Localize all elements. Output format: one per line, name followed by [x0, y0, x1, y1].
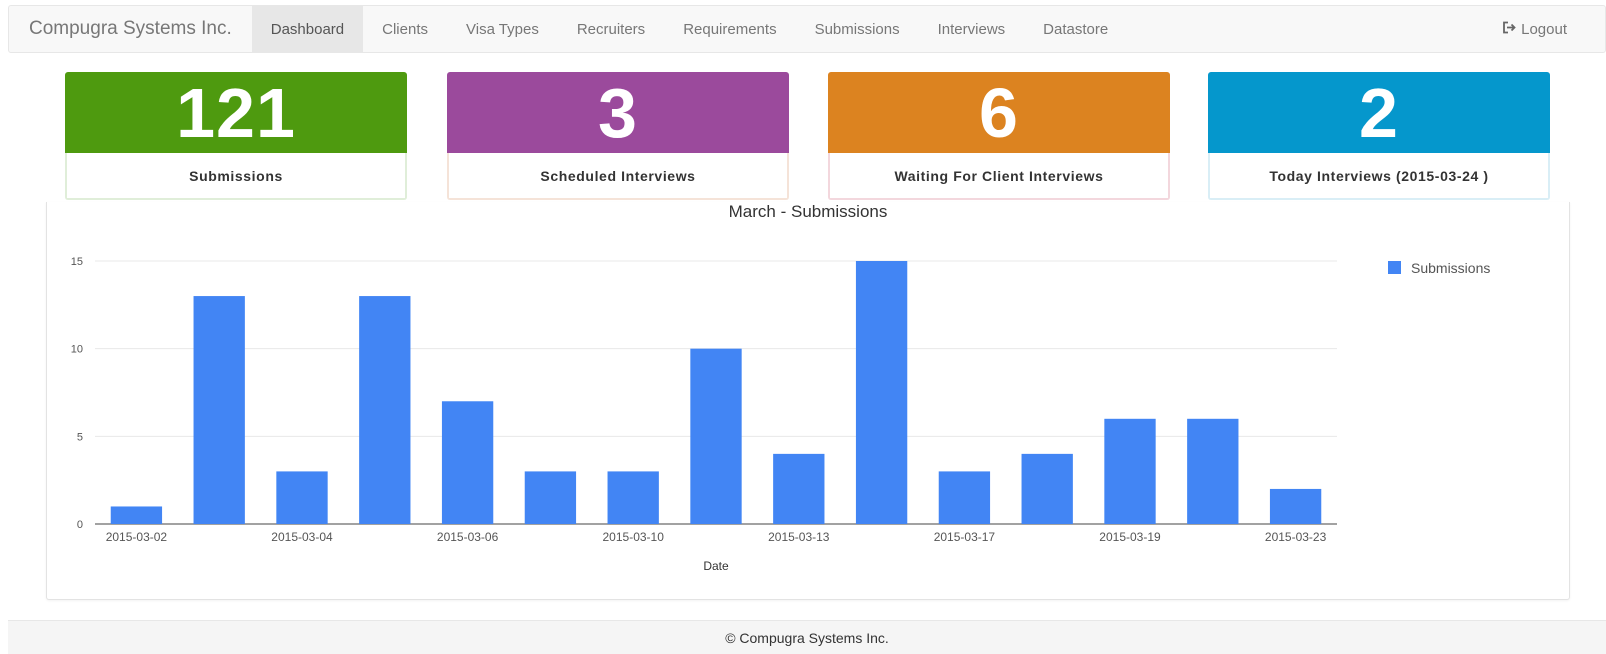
stat-card-submissions[interactable]: 121 Submissions [65, 72, 407, 200]
bar [359, 296, 411, 524]
y-tick-label: 15 [71, 256, 83, 268]
y-tick-label: 0 [77, 519, 83, 531]
x-tick-label: 2015-03-13 [768, 530, 830, 544]
stat-label: Waiting For Client Interviews [828, 153, 1170, 200]
legend-label: Submissions [1411, 260, 1490, 276]
stat-label: Submissions [65, 153, 407, 200]
footer: © Compugra Systems Inc. [8, 620, 1606, 654]
bar [607, 471, 659, 524]
bar [1021, 453, 1073, 524]
logout-icon [1502, 21, 1516, 38]
x-tick-label: 2015-03-17 [934, 530, 996, 544]
x-tick-label: 2015-03-02 [106, 530, 168, 544]
stat-card-today-interviews[interactable]: 2 Today Interviews (2015-03-24 ) [1208, 72, 1550, 200]
logout-label: Logout [1521, 20, 1567, 38]
x-tick-label: 2015-03-19 [1099, 530, 1161, 544]
bar [1269, 488, 1322, 524]
bar [193, 296, 245, 524]
x-tick-label: 2015-03-10 [603, 530, 665, 544]
bar [1187, 418, 1239, 524]
logout-button[interactable]: Logout [1484, 6, 1605, 52]
nav-clients[interactable]: Clients [363, 6, 447, 52]
bar [938, 471, 991, 524]
nav-submissions[interactable]: Submissions [796, 6, 919, 52]
x-tick-label: 2015-03-04 [271, 530, 333, 544]
submissions-bar-chart: 0 5 10 15 2015-03-02 2015-03-04 2015-03-06 2015… [71, 256, 1491, 573]
footer-copyright: © Compugra Systems Inc. [725, 629, 889, 646]
bar [773, 453, 825, 524]
stat-card-waiting-client-interviews[interactable]: 6 Waiting For Client Interviews [828, 72, 1170, 200]
bar [690, 348, 742, 524]
nav-datastore[interactable]: Datastore [1024, 6, 1127, 52]
bar [441, 401, 494, 524]
x-tick-label: 2015-03-23 [1265, 530, 1327, 544]
stat-value: 3 [447, 72, 789, 153]
x-tick-label: 2015-03-06 [437, 530, 499, 544]
stat-label: Today Interviews (2015-03-24 ) [1208, 153, 1550, 200]
bar [855, 261, 908, 524]
y-tick-label: 5 [77, 431, 83, 443]
bar [276, 471, 328, 524]
stat-label: Scheduled Interviews [447, 153, 789, 200]
nav-interviews[interactable]: Interviews [919, 6, 1025, 52]
stat-value: 6 [828, 72, 1170, 153]
stat-value: 121 [65, 72, 407, 153]
nav-dashboard[interactable]: Dashboard [251, 6, 364, 52]
brand-logo[interactable]: Compugra Systems Inc. [9, 6, 252, 52]
bar [1104, 418, 1156, 524]
bar [110, 506, 163, 524]
nav-recruiters[interactable]: Recruiters [558, 6, 664, 52]
nav-visa-types[interactable]: Visa Types [447, 6, 558, 52]
bar [524, 471, 577, 524]
navbar: Compugra Systems Inc. Dashboard Clients … [8, 5, 1606, 53]
y-tick-label: 10 [71, 344, 83, 356]
nav-requirements[interactable]: Requirements [664, 6, 795, 52]
legend-swatch [1388, 261, 1401, 274]
x-axis-label: Date [703, 559, 729, 573]
stat-value: 2 [1208, 72, 1550, 153]
nav-menu: Dashboard Clients Visa Types Recruiters … [251, 6, 1127, 52]
stat-card-scheduled-interviews[interactable]: 3 Scheduled Interviews [447, 72, 789, 200]
chart-panel: March - Submissions 0 5 10 15 2015-03-02 2015… [46, 202, 1570, 600]
